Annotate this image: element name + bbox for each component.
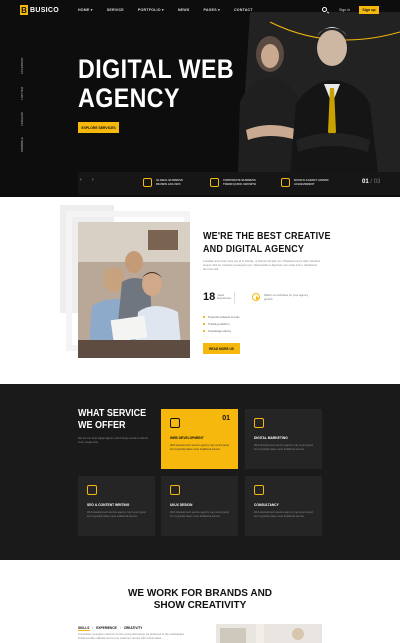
social-linkedin[interactable]: LINKEDIN [20,109,34,126]
trophy-icon [281,178,290,187]
about-list-item: Powerful software & tools [203,315,240,319]
main-menu: HOME ▾ SERVICE PORTFOLIO ▾ NEWS PAGES ▾ … [78,8,253,12]
about-list-item-text: Knowledge Library [208,329,232,333]
service-card-text: Web development service agency may sound… [170,444,229,451]
bullet-icon [203,323,205,325]
brands-title-line2: SHOW CREATIVITY [153,600,247,611]
service-card-title: CONSULTANCY [254,503,279,507]
nav-item-pages[interactable]: PAGES ▾ [203,8,220,12]
slider-next-button[interactable]: › [92,177,94,183]
logo[interactable]: B BUSICO [20,5,59,15]
about-list-item: Tracking platform [203,322,240,326]
nav-item-contact[interactable]: CONTACT [234,8,253,12]
signin-link[interactable]: Sign in [339,8,350,12]
service-card-title: SEO & CONTENT WRITING [87,503,130,507]
brands-image [216,624,322,643]
service-card-text: Web development service agency may sound… [170,511,229,518]
social-facebook[interactable]: FACEBOOK [20,57,34,74]
service-card-text: Web development service agency may sound… [254,444,313,451]
hero-feature-2: CORPORATE BUSINESS TREND QUICK GROWTH [210,178,259,187]
bullet-icon [203,316,205,318]
nav-item-portfolio[interactable]: PORTFOLIO ▾ [138,8,164,12]
about-title-line1: WE'RE THE BEST CREATIVE [203,231,331,242]
about-list-item-text: Tracking platform [208,322,230,326]
hero-feature-1: GLOBAL BUSINESS REVIEW JAN 2020 [143,178,192,187]
slider-pager: 01 / 03 [362,179,380,185]
logo-text: BUSICO [30,6,60,14]
active-tab-indicator [78,630,90,631]
years-label: Years Experience [217,292,232,300]
years-number: 18 [203,291,216,303]
signup-button[interactable]: Sign up [359,6,379,14]
about-list-item-text: Powerful software & tools [208,315,240,319]
years-experience: 18 Years Experience [203,291,235,303]
chart-icon [210,178,219,187]
service-card-consultancy[interactable]: CONSULTANCY Web development service agen… [245,476,322,536]
slider-prev-button[interactable]: ‹ [80,177,82,183]
hero-feature-1-text: GLOBAL BUSINESS REVIEW JAN 2020 [156,177,183,186]
read-more-button[interactable]: READ MORE US [203,343,240,354]
about-text: Curabitur ante lorem duis nec id ut lobo… [203,260,321,272]
search-icon[interactable] [322,7,327,12]
web-icon [170,418,180,428]
consult-icon [254,485,264,495]
social-links: FACEBOOK TWITTER LINKEDIN DRIBBBLE [20,57,37,166]
services-text: We are the best digital agency who bring… [78,437,148,444]
nav-item-news[interactable]: NEWS [178,8,190,12]
hero-feature-3: BUSICO AGENCY AWARD ACHIEVEMENT [281,178,330,187]
service-card-digital-marketing[interactable]: DIGITAL MARKETING Web development servic… [245,409,322,469]
design-icon [170,485,180,495]
service-card-uiux[interactable]: UI/UX DESIGN Web development service age… [161,476,238,536]
service-card-title: UI/UX DESIGN [170,503,193,507]
tab-separator: / [119,626,121,630]
logo-mark: B [20,5,28,15]
service-card-text: Web development service agency may sound… [87,511,146,518]
bullet-icon [203,330,205,332]
hero-people-image [238,12,400,172]
nav-item-home[interactable]: HOME ▾ [78,8,93,12]
tab-experience[interactable]: EXPERIENCE [96,626,117,630]
seo-icon [87,485,97,495]
about-title-line2: AND DIGITAL AGENCY [203,244,305,255]
tab-creativity[interactable]: CREATIVITY [124,626,143,630]
hero-feature-2-text: CORPORATE BUSINESS TREND QUICK GROWTH [223,177,256,186]
pager-total: / 03 [370,179,381,185]
hero-title: DIGITAL WEB AGENCY [78,55,234,113]
about-title: WE'RE THE BEST CREATIVE AND DIGITAL AGEN… [203,230,331,256]
hero-section: B BUSICO HOME ▾ SERVICE PORTFOLIO ▾ NEWS… [0,0,400,197]
play-icon[interactable] [252,293,260,301]
social-dribbble[interactable]: DRIBBBLE [20,135,34,152]
brands-image-illustration [216,624,322,643]
marketing-icon [254,418,264,428]
social-twitter[interactable]: TWITTER [20,83,34,100]
service-card-title: DIGITAL MARKETING [254,436,288,440]
brands-title: WE WORK FOR BRANDS AND SHOW CREATIVITY [0,588,400,612]
award-icon [143,178,152,187]
pager-current: 01 [362,179,369,185]
hero-title-line1: DIGITAL WEB [78,54,235,84]
services-title: WHAT SERVICE WE OFFER [78,408,146,432]
explore-services-button[interactable]: EXPLORE SERVICES [78,122,119,133]
service-card-seo[interactable]: SEO & CONTENT WRITING Web development se… [78,476,155,536]
team-photo-illustration [78,222,190,358]
video-text: Watch our activities for your agency gro… [264,293,309,301]
services-title-line1: WHAT SERVICE [78,408,147,419]
hero-feature-3-text: BUSICO AGENCY AWARD ACHIEVEMENT [294,177,329,186]
about-team-photo [78,222,190,358]
service-card-title: WEB DEVELOPMENT [170,436,204,440]
hero-title-line2: AGENCY [78,83,180,113]
service-card-web-development[interactable]: 01 WEB DEVELOPMENT Web development servi… [161,409,238,469]
brands-text: Completely synergize resource for the yo… [78,633,185,640]
service-card-text: Web development service agency may sound… [254,511,313,518]
services-title-line2: WE OFFER [78,420,126,431]
brands-title-line1: WE WORK FOR BRANDS AND [127,588,273,599]
about-divider [234,292,235,304]
top-navbar: B BUSICO HOME ▾ SERVICE PORTFOLIO ▾ NEWS… [0,0,400,22]
about-list-item: Knowledge Library [203,329,240,333]
nav-item-service[interactable]: SERVICE [107,8,124,12]
service-card-number: 01 [222,415,230,422]
about-feature-list: Powerful software & tools Tracking platf… [203,315,240,333]
tab-separator: / [92,626,94,630]
